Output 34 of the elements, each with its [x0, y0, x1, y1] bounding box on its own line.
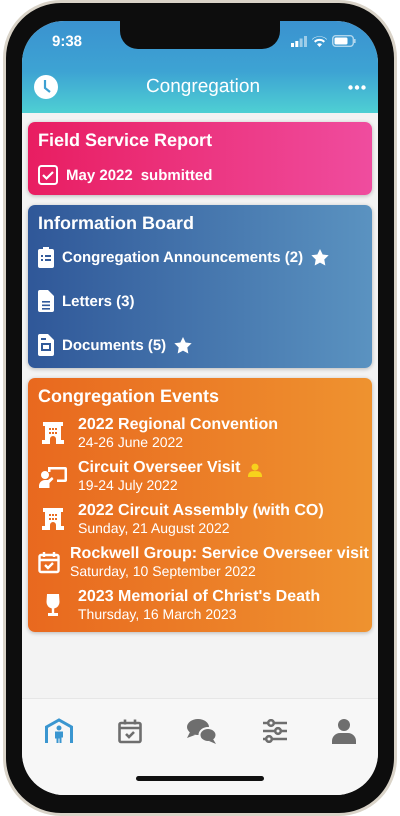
wifi-icon: [312, 36, 327, 46]
document-icon: [38, 290, 54, 312]
board-item[interactable]: Letters (3): [62, 292, 135, 310]
event-date: 19-24 July 2022: [78, 477, 179, 493]
event-title[interactable]: 2022 Circuit Assembly (with CO): [78, 502, 324, 520]
board-item[interactable]: Congregation Announcements (2): [62, 248, 304, 266]
more-icon[interactable]: [348, 84, 366, 90]
building-icon: [41, 421, 65, 445]
card-title: Information Board: [38, 213, 195, 234]
event-title[interactable]: Circuit Overseer Visit: [78, 459, 240, 477]
event-title[interactable]: Rockwell Group: Service Overseer visit: [70, 545, 369, 563]
field-service-card[interactable]: Field Service Report May 2022 submitted: [28, 122, 372, 195]
header-title: Congregation: [146, 76, 260, 98]
status-time: 9:38: [52, 32, 82, 50]
building-icon: [41, 507, 65, 531]
board-item[interactable]: Documents (5): [62, 336, 166, 354]
card-title: Congregation Events: [38, 386, 220, 407]
documents-icon: [38, 334, 54, 356]
calendar-check-icon: [38, 550, 60, 574]
clipboard-list-icon: [38, 246, 54, 268]
event-date: Sunday, 21 August 2022: [78, 520, 231, 536]
card-title: Field Service Report: [38, 130, 214, 151]
report-month: May 2022: [66, 166, 133, 184]
report-status: submitted: [140, 166, 212, 184]
presenter-icon: [39, 464, 67, 488]
signal-icon: [291, 36, 307, 46]
event-date: Saturday, 10 September 2022: [70, 563, 257, 579]
clock-icon[interactable]: [34, 75, 58, 99]
battery-icon: [332, 35, 356, 47]
event-date: 24-26 June 2022: [78, 434, 184, 450]
event-date: Thursday, 16 March 2023: [78, 606, 238, 622]
event-title[interactable]: 2022 Regional Convention: [78, 416, 278, 434]
event-title[interactable]: 2023 Memorial of Christ's Death: [78, 588, 320, 606]
wine-glass-icon: [44, 593, 62, 617]
